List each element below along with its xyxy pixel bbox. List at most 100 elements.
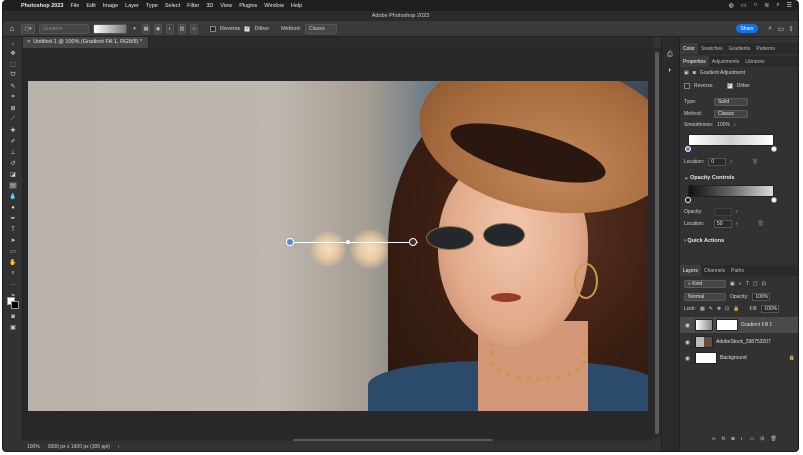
marquee-tool-icon[interactable]: ⬚ [9, 61, 17, 68]
quick-actions-header[interactable]: › Quick Actions [684, 238, 724, 244]
search-icon[interactable]: ⌕ [768, 25, 772, 33]
blend-mode-select[interactable]: Normal [684, 293, 726, 301]
layer-row[interactable]: ◉ AdobeStock_298753207 [680, 334, 798, 350]
document-tab[interactable]: × Untitled-1 @ 100% (Gradient Fill 1, RGB… [23, 37, 149, 48]
location-input[interactable]: 0 [708, 158, 727, 166]
layer-row[interactable]: ◉ Gradient Fill 1 [680, 317, 798, 333]
gradient-tool-icon[interactable]: ▤ [9, 182, 17, 189]
background-color-swatch[interactable] [11, 301, 19, 309]
tab-channels[interactable]: Channels [701, 265, 728, 276]
toolbar-collapse-icon[interactable]: » [9, 40, 17, 47]
document-canvas[interactable] [28, 81, 648, 411]
chevron-right-icon[interactable]: › [730, 159, 732, 165]
vertical-scroll-thumb[interactable] [655, 52, 659, 434]
tab-libraries[interactable]: Libraries [742, 56, 767, 67]
adjustments-panel-icon[interactable]: ◑ [667, 67, 671, 74]
gradient-guide-line[interactable] [290, 242, 418, 243]
menu-help[interactable]: Help [291, 3, 302, 9]
layer-name[interactable]: AdobeStock_298753207 [716, 339, 771, 345]
blur-tool-icon[interactable]: 💧 [9, 193, 17, 200]
dodge-tool-icon[interactable]: ● [9, 204, 17, 211]
gradient-midpoint-handle[interactable] [346, 240, 350, 244]
layer-mask-thumbnail[interactable] [716, 319, 738, 331]
opacity-gradient-bar[interactable] [688, 185, 774, 197]
hand-tool-icon[interactable]: ✋ [9, 259, 17, 266]
linear-gradient-icon[interactable]: ▦ [142, 23, 150, 34]
tab-gradients[interactable]: Gradients [726, 43, 754, 54]
lock-position-icon[interactable]: ✥ [717, 306, 721, 312]
link-layers-icon[interactable]: ∞ [712, 436, 716, 442]
vertical-scrollbar[interactable] [653, 48, 661, 438]
filter-type-icon[interactable]: T [746, 281, 749, 287]
history-panel-icon[interactable]: ⎙ [667, 51, 673, 59]
menu-layer[interactable]: Layer [125, 3, 139, 9]
lasso-tool-icon[interactable]: ᗢ [9, 72, 17, 79]
layer-name[interactable]: Gradient Fill 1 [741, 322, 772, 328]
history-brush-tool-icon[interactable]: ↺ [9, 160, 17, 167]
share-button[interactable]: Share [736, 24, 758, 33]
tab-patterns[interactable]: Patterns [753, 43, 778, 54]
menu-edit[interactable]: Edit [86, 3, 95, 9]
screen-mode-icon[interactable]: ▣ [9, 324, 17, 331]
filter-pixel-icon[interactable]: ▣ [730, 281, 735, 287]
props-method-select[interactable]: Classic [714, 110, 748, 118]
add-mask-icon[interactable]: ◙ [731, 436, 734, 442]
wifi-icon[interactable]: ≋ [764, 2, 769, 9]
tv-icon[interactable]: ▭ [741, 2, 747, 9]
visibility-eye-icon[interactable]: ◉ [683, 355, 692, 362]
eyedropper-tool-icon[interactable]: ⟋ [9, 116, 17, 123]
tab-color[interactable]: Color [680, 43, 698, 54]
delete-layer-icon[interactable]: 🗑 [770, 436, 776, 442]
filter-adjustment-icon[interactable]: ◐ [739, 281, 742, 287]
visibility-eye-icon[interactable]: ◉ [683, 339, 692, 346]
reverse-checkbox[interactable] [210, 25, 216, 32]
layer-opacity-input[interactable]: 100% [752, 293, 771, 301]
pen-tool-icon[interactable]: ✒ [9, 215, 17, 222]
home-icon[interactable]: ⌂ [7, 24, 17, 34]
tab-paths[interactable]: Paths [728, 265, 747, 276]
props-reverse-checkbox[interactable] [684, 83, 690, 89]
chevron-down-icon[interactable]: ▾ [131, 24, 138, 34]
lock-artboard-icon[interactable]: ⊡ [725, 306, 729, 312]
document-info[interactable]: 3000 px x 1600 px (300 ppi) [48, 444, 110, 450]
layer-row[interactable]: ◉ Background 🔒 [680, 350, 798, 366]
tab-properties[interactable]: Properties [680, 56, 709, 67]
tab-layers[interactable]: Layers [680, 265, 702, 276]
chevron-right-icon[interactable]: › [736, 221, 738, 227]
more-tools-icon[interactable]: ··· [9, 281, 17, 288]
menu-view[interactable]: View [220, 3, 232, 9]
cc-icon[interactable]: ◍ [729, 2, 734, 9]
reflected-gradient-icon[interactable]: ▥ [178, 23, 186, 34]
diamond-gradient-icon[interactable]: ◇ [190, 23, 198, 34]
new-group-icon[interactable]: ▭ [750, 436, 755, 442]
quick-mask-icon[interactable]: ◙ [9, 313, 17, 320]
opacity-input[interactable] [714, 208, 732, 216]
props-dither-checkbox[interactable]: ✓ [726, 83, 733, 89]
trash-icon[interactable]: 🗑 [752, 159, 758, 165]
menu-file[interactable]: File [70, 3, 79, 9]
opacity-stop-start[interactable] [685, 197, 691, 203]
frame-tool-icon[interactable]: ⊠ [9, 105, 17, 112]
gradient-preset-field[interactable]: Gradient [39, 23, 89, 34]
menu-image[interactable]: Image [103, 3, 118, 9]
trash-icon[interactable]: 🗑 [758, 221, 764, 227]
method-select[interactable]: Classic [305, 23, 338, 34]
opacity-location-input[interactable]: 50 [714, 220, 732, 228]
healing-brush-tool-icon[interactable]: ✚ [9, 127, 17, 134]
zoom-level[interactable]: 100% [27, 444, 40, 450]
color-gradient-bar[interactable] [688, 134, 774, 146]
type-tool-icon[interactable]: T [9, 226, 17, 233]
workspace-icon[interactable]: ▭ [777, 25, 784, 33]
crop-tool-icon[interactable]: ⌗ [9, 94, 17, 101]
chevron-down-icon[interactable]: ⌄ [684, 175, 689, 181]
brush-tool-icon[interactable]: ✐ [9, 138, 17, 145]
menu-window[interactable]: Window [264, 3, 284, 9]
menu-filter[interactable]: Filter [187, 3, 199, 9]
gradient-picker[interactable] [93, 23, 127, 34]
tab-adjustments[interactable]: Adjustments [709, 56, 743, 67]
fill-input[interactable]: 100% [761, 305, 780, 313]
gradient-start-handle[interactable] [286, 238, 294, 246]
smoothness-value[interactable]: 100% [717, 122, 730, 128]
rectangle-tool-icon[interactable]: ▭ [9, 248, 17, 255]
filter-shape-icon[interactable]: ▢ [753, 281, 758, 287]
